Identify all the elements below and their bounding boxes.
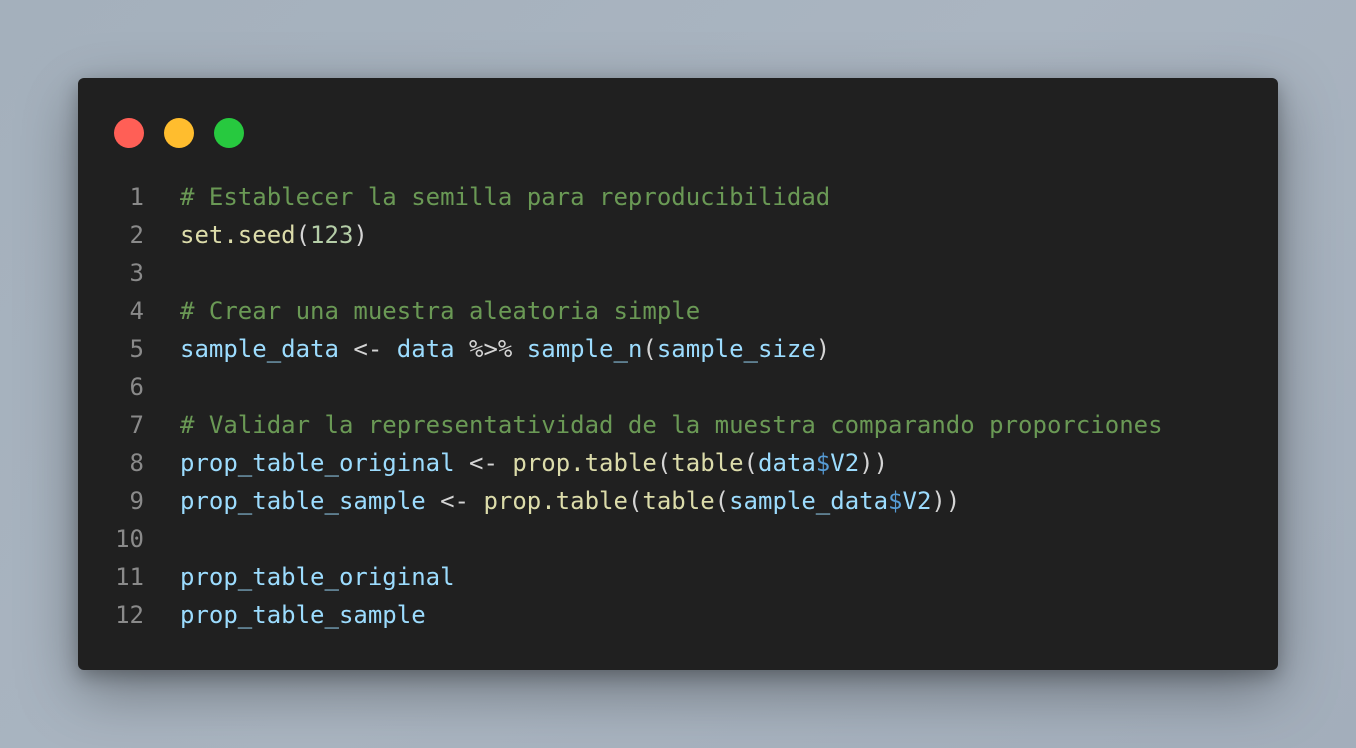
line-code: # Validar la representatividad de la mue… xyxy=(180,406,1163,444)
code-token-var: prop_table_sample xyxy=(180,601,426,629)
code-token-punct: ) xyxy=(353,221,368,249)
code-line: 8 prop_table_original <- prop.table(table… xyxy=(78,444,1278,482)
line-code: # Establecer la semilla para reproducibi… xyxy=(180,178,830,216)
code-line: 2 set.seed(123) xyxy=(78,216,1278,254)
zoom-dot-icon[interactable] xyxy=(214,118,244,148)
code-token-comment: # Crear una muestra aleatoria simple xyxy=(180,297,701,325)
code-token-dollar: $ xyxy=(815,449,831,477)
code-line: 1 # Establecer la semilla para reproducib… xyxy=(78,178,1278,216)
code-token-fn: table xyxy=(671,449,744,477)
code-line: 3 xyxy=(78,254,1278,292)
code-token-punct: ( xyxy=(714,487,730,515)
line-code: prop_table_sample xyxy=(180,596,426,634)
close-dot-icon[interactable] xyxy=(114,118,144,148)
code-token-num: 123 xyxy=(310,221,354,249)
code-token-punct: ( xyxy=(295,221,311,249)
code-token-comment: # Validar la representatividad de la mue… xyxy=(180,411,1163,439)
code-token-punct: )) xyxy=(859,449,889,477)
line-code: sample_data <- data %>% sample_n(sample_… xyxy=(180,330,830,368)
code-line: 4 # Crear una muestra aleatoria simple xyxy=(78,292,1278,330)
code-token-var: prop_table_sample xyxy=(180,487,426,515)
code-token-var: prop_table_original xyxy=(180,563,455,591)
code-token-comment: # Establecer la semilla para reproducibi… xyxy=(180,183,831,211)
line-number: 7 xyxy=(129,411,144,439)
code-token-fn: prop.table xyxy=(512,449,657,477)
code-token-op: %>% xyxy=(454,335,527,363)
line-number: 10 xyxy=(115,525,144,553)
code-token-var: data xyxy=(758,449,816,477)
code-token-punct: ) xyxy=(815,335,831,363)
code-line: 5 sample_data <- data %>% sample_n(sample… xyxy=(78,330,1278,368)
line-number: 2 xyxy=(129,221,144,249)
code-line: 12 prop_table_sample xyxy=(78,596,1278,634)
line-code: set.seed(123) xyxy=(180,216,368,254)
code-line: 7 # Validar la representatividad de la mu… xyxy=(78,406,1278,444)
line-number: 6 xyxy=(129,373,144,401)
code-token-var: V2 xyxy=(830,449,860,477)
code-token-dollar: $ xyxy=(888,487,903,515)
line-number: 4 xyxy=(129,297,144,325)
line-code: prop_table_original xyxy=(180,558,455,596)
line-number: 11 xyxy=(115,563,144,591)
minimize-dot-icon[interactable] xyxy=(164,118,194,148)
code-line: 6 xyxy=(78,368,1278,406)
line-code: prop_table_sample <- prop.table(table(sa… xyxy=(180,482,960,520)
code-token-op: <- xyxy=(425,487,484,515)
line-number: 9 xyxy=(129,487,144,515)
code-line: 9 prop_table_sample <- prop.table(table(s… xyxy=(78,482,1278,520)
code-token-var: prop_table_original xyxy=(180,449,455,477)
line-number: 12 xyxy=(115,601,144,629)
line-number: 1 xyxy=(129,183,144,211)
code-token-var: sample_n xyxy=(526,335,643,363)
code-token-punct: )) xyxy=(931,487,961,515)
code-token-fn: set.seed xyxy=(180,221,296,249)
code-token-var: data xyxy=(396,335,455,363)
code-line: 11 prop_table_original xyxy=(78,558,1278,596)
code-token-punct: ( xyxy=(656,449,672,477)
code-token-var: V2 xyxy=(902,487,932,515)
line-number: 3 xyxy=(129,259,144,287)
code-editor: 1 # Establecer la semilla para reproducib… xyxy=(78,178,1278,634)
code-window: 1 # Establecer la semilla para reproducib… xyxy=(78,78,1278,670)
code-token-fn: prop.table xyxy=(483,487,628,515)
code-line: 10 xyxy=(78,520,1278,558)
code-token-op: <- xyxy=(454,449,513,477)
line-number: 5 xyxy=(129,335,144,363)
line-code: prop_table_original <- prop.table(table(… xyxy=(180,444,888,482)
code-token-var: sample_data xyxy=(180,335,339,363)
code-token-fn: table xyxy=(642,487,715,515)
code-token-punct: ( xyxy=(743,449,758,477)
code-token-punct: ( xyxy=(627,487,643,515)
code-token-punct: ( xyxy=(642,335,657,363)
code-token-var: sample_size xyxy=(656,335,816,363)
code-token-var: sample_data xyxy=(729,487,889,515)
line-number: 8 xyxy=(129,449,144,477)
line-code: # Crear una muestra aleatoria simple xyxy=(180,292,700,330)
code-token-op: <- xyxy=(338,335,397,363)
